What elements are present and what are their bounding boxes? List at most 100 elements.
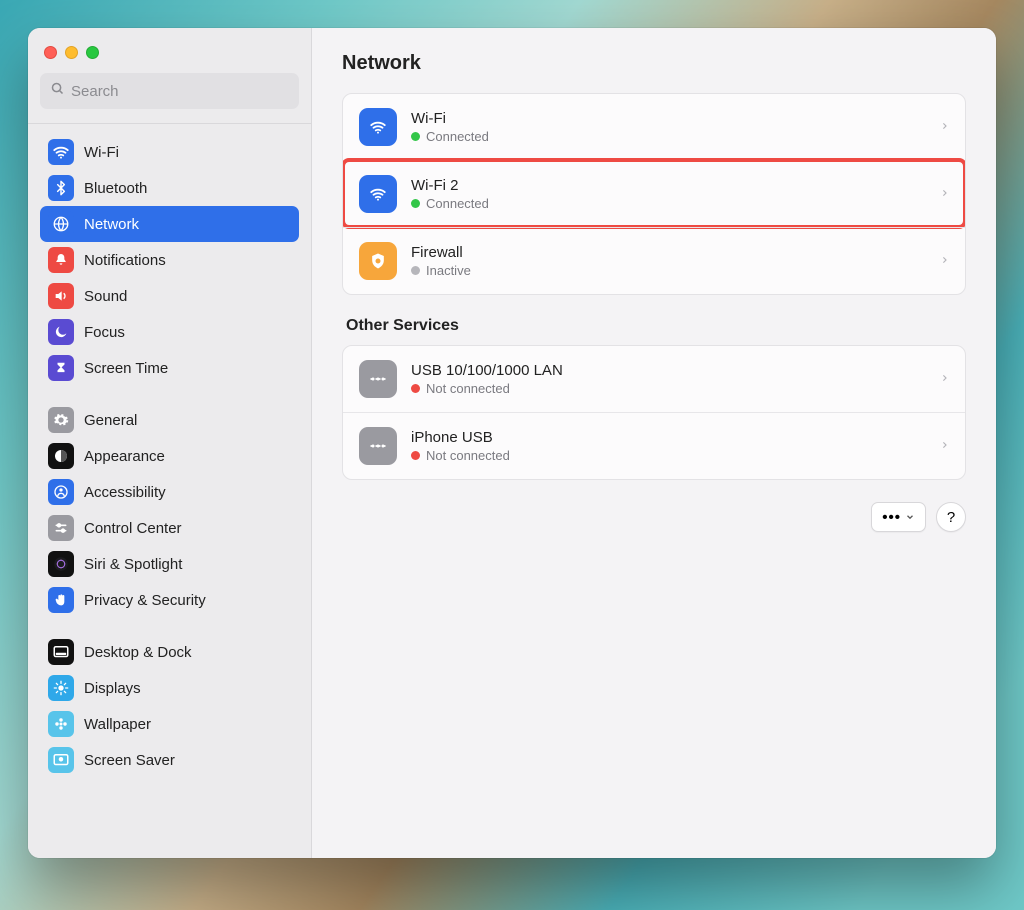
footer-controls: ••• ? bbox=[342, 502, 966, 532]
row-status: Connected bbox=[411, 129, 926, 144]
row-status: Inactive bbox=[411, 263, 926, 278]
switches-icon bbox=[48, 515, 74, 541]
sidebar-item-label: Privacy & Security bbox=[84, 592, 206, 609]
wifi-icon bbox=[48, 139, 74, 165]
other-services-panel: USB 10/100/1000 LANNot connectediPhone U… bbox=[342, 345, 966, 480]
page-title: Network bbox=[342, 52, 966, 75]
chevron-right-icon bbox=[940, 369, 949, 390]
network-row-usblan[interactable]: USB 10/100/1000 LANNot connected bbox=[343, 346, 965, 412]
ellipsis-icon: ••• bbox=[882, 509, 901, 526]
chevron-right-icon bbox=[940, 436, 949, 457]
minimize-window-button[interactable] bbox=[65, 46, 78, 59]
ethernet-icon bbox=[359, 360, 397, 398]
shield-icon bbox=[359, 242, 397, 280]
sidebar-item-wallpaper[interactable]: Wallpaper bbox=[40, 706, 299, 742]
sidebar-item-label: Network bbox=[84, 216, 139, 233]
more-options-button[interactable]: ••• bbox=[871, 502, 926, 532]
speaker-icon bbox=[48, 283, 74, 309]
sidebar-item-label: Wallpaper bbox=[84, 716, 151, 733]
chevron-right-icon bbox=[940, 251, 949, 272]
network-row-wifi2[interactable]: Wi-Fi 2 Connected bbox=[343, 160, 965, 227]
sidebar-item-label: Focus bbox=[84, 324, 125, 341]
sidebar-item-network[interactable]: Network bbox=[40, 206, 299, 242]
sidebar-item-controlcenter[interactable]: Control Center bbox=[40, 510, 299, 546]
sidebar-item-focus[interactable]: Focus bbox=[40, 314, 299, 350]
search-icon bbox=[50, 81, 65, 101]
window-controls bbox=[40, 42, 299, 73]
row-title: iPhone USB bbox=[411, 429, 926, 446]
screensaver-icon bbox=[48, 747, 74, 773]
sidebar-item-label: Screen Saver bbox=[84, 752, 175, 769]
help-button[interactable]: ? bbox=[936, 502, 966, 532]
sidebar-item-label: Sound bbox=[84, 288, 127, 305]
other-services-label: Other Services bbox=[346, 317, 966, 335]
settings-window: Wi-Fi Bluetooth Network Notifications Sound F… bbox=[28, 28, 996, 858]
sidebar-item-sound[interactable]: Sound bbox=[40, 278, 299, 314]
row-status: Connected bbox=[411, 196, 926, 211]
moon-icon bbox=[48, 319, 74, 345]
chevron-right-icon bbox=[940, 184, 949, 205]
help-icon: ? bbox=[947, 509, 955, 526]
sidebar-item-label: General bbox=[84, 412, 137, 429]
sidebar-item-screensaver[interactable]: Screen Saver bbox=[40, 742, 299, 778]
sidebar-item-general[interactable]: General bbox=[40, 402, 299, 438]
row-status: Not connected bbox=[411, 381, 926, 396]
close-window-button[interactable] bbox=[44, 46, 57, 59]
content-pane: Network Wi-FiConnected Wi-Fi 2 Connected Fi… bbox=[312, 28, 996, 858]
siri-icon bbox=[48, 551, 74, 577]
gear-icon bbox=[48, 407, 74, 433]
dock-icon bbox=[48, 639, 74, 665]
sun-icon bbox=[48, 675, 74, 701]
row-title: Wi-Fi 2 bbox=[411, 177, 926, 194]
row-title: Firewall bbox=[411, 244, 926, 261]
sidebar-item-label: Notifications bbox=[84, 252, 166, 269]
network-row-iphoneusb[interactable]: iPhone USB Not connected bbox=[343, 412, 965, 479]
network-row-firewall[interactable]: Firewall Inactive bbox=[343, 227, 965, 294]
sidebar-item-accessibility[interactable]: Accessibility bbox=[40, 474, 299, 510]
sidebar-item-label: Wi-Fi bbox=[84, 144, 119, 161]
status-dot-icon bbox=[411, 199, 420, 208]
search-field[interactable] bbox=[40, 73, 299, 109]
wifi-icon bbox=[359, 108, 397, 146]
hand-icon bbox=[48, 587, 74, 613]
flower-icon bbox=[48, 711, 74, 737]
sidebar-item-displays[interactable]: Displays bbox=[40, 670, 299, 706]
search-input[interactable] bbox=[71, 83, 289, 100]
status-dot-icon bbox=[411, 451, 420, 460]
wifi-icon bbox=[359, 175, 397, 213]
status-dot-icon bbox=[411, 266, 420, 275]
network-interfaces-panel: Wi-FiConnected Wi-Fi 2 Connected Firewall In… bbox=[342, 93, 966, 295]
sidebar-item-label: Bluetooth bbox=[84, 180, 147, 197]
sidebar-item-label: Control Center bbox=[84, 520, 182, 537]
sidebar-item-label: Appearance bbox=[84, 448, 165, 465]
sidebar-item-notifications[interactable]: Notifications bbox=[40, 242, 299, 278]
sidebar-item-siri[interactable]: Siri & Spotlight bbox=[40, 546, 299, 582]
sidebar-item-label: Displays bbox=[84, 680, 141, 697]
sidebar-item-label: Desktop & Dock bbox=[84, 644, 192, 661]
sidebar-item-label: Accessibility bbox=[84, 484, 166, 501]
sidebar-item-desktop[interactable]: Desktop & Dock bbox=[40, 634, 299, 670]
row-status-text: Connected bbox=[426, 129, 489, 144]
sidebar-item-appearance[interactable]: Appearance bbox=[40, 438, 299, 474]
chevron-right-icon bbox=[940, 117, 949, 138]
sidebar-item-bluetooth[interactable]: Bluetooth bbox=[40, 170, 299, 206]
sidebar-item-privacy[interactable]: Privacy & Security bbox=[40, 582, 299, 618]
status-dot-icon bbox=[411, 384, 420, 393]
row-status-text: Not connected bbox=[426, 448, 510, 463]
row-status-text: Not connected bbox=[426, 381, 510, 396]
row-status: Not connected bbox=[411, 448, 926, 463]
zoom-window-button[interactable] bbox=[86, 46, 99, 59]
sidebar-item-screentime[interactable]: Screen Time bbox=[40, 350, 299, 386]
sidebar-item-label: Siri & Spotlight bbox=[84, 556, 182, 573]
row-status-text: Connected bbox=[426, 196, 489, 211]
person-icon bbox=[48, 479, 74, 505]
bell-icon bbox=[48, 247, 74, 273]
sidebar: Wi-Fi Bluetooth Network Notifications Sound F… bbox=[28, 28, 312, 858]
chevron-down-icon bbox=[905, 509, 915, 526]
sidebar-item-label: Screen Time bbox=[84, 360, 168, 377]
sidebar-list: Wi-Fi Bluetooth Network Notifications Sound F… bbox=[40, 134, 299, 792]
network-row-wifi1[interactable]: Wi-FiConnected bbox=[343, 94, 965, 160]
row-status-text: Inactive bbox=[426, 263, 471, 278]
sidebar-item-wifi[interactable]: Wi-Fi bbox=[40, 134, 299, 170]
appearance-icon bbox=[48, 443, 74, 469]
